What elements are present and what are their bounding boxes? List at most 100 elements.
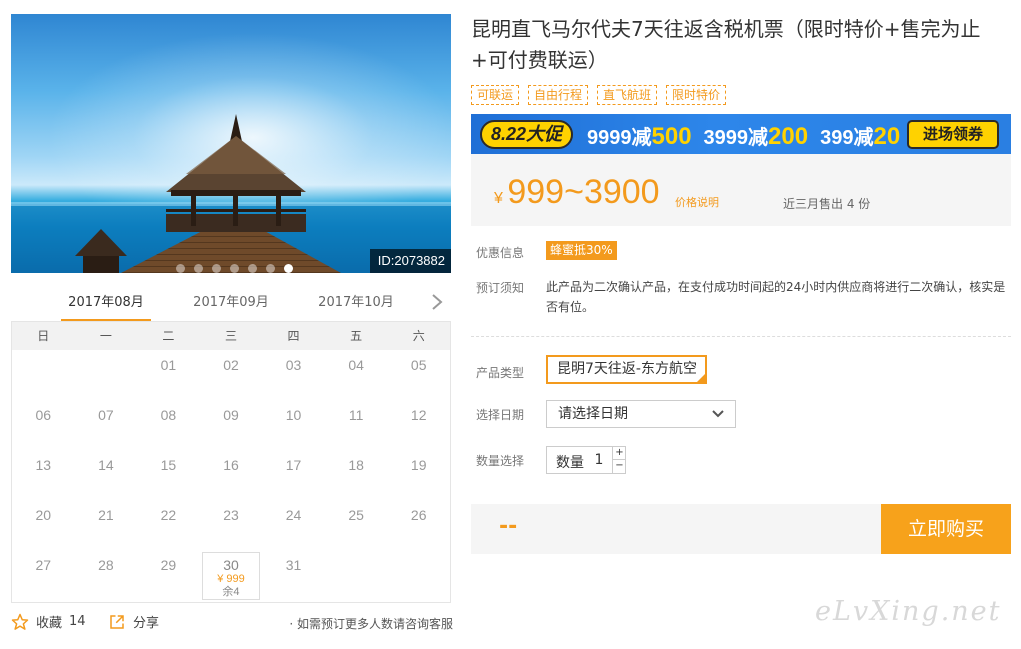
calendar-day: 06 xyxy=(12,400,75,450)
calendar-day: 24 xyxy=(262,500,325,550)
calendar-grid: 01 02 03 04 05 06 07 08 09 10 11 12 13 14 15 16 17 18 19 20… xyxy=(12,350,450,600)
day-number: 02 xyxy=(223,357,239,373)
price: ¥ 999~3900 xyxy=(494,173,660,212)
carousel-dot[interactable] xyxy=(248,264,257,273)
share-button[interactable]: 分享 xyxy=(108,612,159,631)
day-number: 11 xyxy=(348,407,364,423)
calendar-day: 10 xyxy=(262,400,325,450)
day-number: 01 xyxy=(160,357,177,373)
calendar-day: 02 xyxy=(200,350,263,400)
calendar-empty-cell xyxy=(12,350,75,400)
quantity-plus-button[interactable]: + xyxy=(612,447,626,460)
tag-limited-offer: 限时特价 xyxy=(666,85,727,105)
favorite-label: 收藏 xyxy=(36,616,63,631)
tab-month-aug[interactable]: 2017年08月 xyxy=(61,288,151,322)
day-number: 21 xyxy=(98,507,114,523)
date-select[interactable]: 请选择日期 xyxy=(546,400,736,428)
day-number: 08 xyxy=(160,407,177,423)
weekday-label: 日 xyxy=(37,329,50,343)
day-number: 04 xyxy=(348,357,364,373)
carousel-dot[interactable] xyxy=(284,264,293,273)
calendar-day: 01 xyxy=(137,350,200,400)
favorite-button[interactable]: 收藏 14 xyxy=(11,612,86,631)
weekday-label: 一 xyxy=(99,329,112,343)
day-price: ¥ 999 xyxy=(217,573,245,585)
quantity-inner-label: 数量 xyxy=(556,455,584,471)
calendar-day: 27 xyxy=(12,550,75,600)
day-number: 25 xyxy=(348,507,364,523)
weekday-label: 四 xyxy=(287,329,300,343)
product-tags: 可联运 自由行程 直飞航班 限时特价 xyxy=(471,85,727,105)
share-icon xyxy=(110,614,124,629)
product-type-label: 产品类型 xyxy=(476,366,525,380)
calendar-day-available[interactable]: 30 ¥ 999 余4 xyxy=(201,552,261,600)
tab-month-sep[interactable]: 2017年09月 xyxy=(186,288,276,322)
day-number: 19 xyxy=(410,457,427,473)
tab-month-oct[interactable]: 2017年10月 xyxy=(311,288,401,322)
calendar-day: 21 xyxy=(75,500,138,550)
discount-label: 优惠信息 xyxy=(476,246,525,260)
promo-enter-button[interactable]: 进场领券 xyxy=(907,120,999,149)
calendar-empty-cell xyxy=(75,350,138,400)
calendar-day: 26 xyxy=(387,500,450,550)
day-number: 03 xyxy=(285,357,302,373)
price-note-link[interactable]: 价格说明 xyxy=(675,194,719,210)
day-number: 07 xyxy=(98,407,114,423)
calendar-day: 22 xyxy=(137,500,200,550)
notice-label: 预订须知 xyxy=(476,281,525,295)
day-number: 12 xyxy=(410,407,427,423)
promo-offer-amount: 500 xyxy=(651,123,692,150)
calendar-day: 08 xyxy=(137,400,200,450)
product-type-value: 昆明7天往返-东方航空 xyxy=(557,361,697,377)
calendar-weekday-header: 日一二三四五六 xyxy=(12,322,450,350)
calendar: 日 一 二 三 四 五 六 01 02 03 04 05 06 07 08 09 10 11 12 13 14 15 16… xyxy=(11,321,451,603)
image-id-label: ID:2073882 xyxy=(369,249,451,273)
day-number: 13 xyxy=(35,457,52,473)
day-number: 29 xyxy=(160,557,177,573)
tag-direct-flight: 直飞航班 xyxy=(597,85,658,105)
weekday-label: 二 xyxy=(162,329,175,343)
sold-info: 近三月售出 4 份 xyxy=(783,197,871,211)
calendar-day: 15 xyxy=(137,450,200,500)
product-hero-image[interactable]: ID:2073882 xyxy=(11,14,451,273)
quantity-stepper: 数量 1 + − xyxy=(546,446,626,474)
buy-now-button[interactable]: 立即购买 xyxy=(881,504,1011,554)
pavilion-illustration xyxy=(11,114,451,273)
quantity-minus-button[interactable]: − xyxy=(612,460,626,473)
calendar-day: 20 xyxy=(12,500,75,550)
divider xyxy=(471,336,1011,337)
day-number: 10 xyxy=(285,407,302,423)
day-number: 17 xyxy=(285,457,302,473)
calendar-day: 03 xyxy=(262,350,325,400)
carousel-dot[interactable] xyxy=(230,264,239,273)
calendar-day: 29 xyxy=(137,550,200,600)
watermark: eLvXing.net xyxy=(815,596,1002,627)
product-type-option[interactable]: 昆明7天往返-东方航空 xyxy=(546,355,707,384)
calendar-day: 12 xyxy=(387,400,450,450)
carousel-dot[interactable] xyxy=(194,264,203,273)
day-number: 09 xyxy=(223,407,239,423)
chevron-right-icon[interactable] xyxy=(429,292,445,312)
calendar-day: 14 xyxy=(75,450,138,500)
share-bar: 收藏 14 分享 · 如需预订更多人数请咨询客服 xyxy=(11,612,453,634)
carousel-dot[interactable] xyxy=(212,264,221,273)
carousel-dot[interactable] xyxy=(176,264,185,273)
promo-banner[interactable]: 8.22大促 9999减500 3999减200 399减20 进场领券 xyxy=(471,114,1011,154)
calendar-day: 11 xyxy=(325,400,388,450)
day-number: 22 xyxy=(160,507,177,523)
discount-badge: 蜂蜜抵30% xyxy=(546,241,617,260)
buy-bar: -- 立即购买 xyxy=(471,504,1011,554)
weekday-label: 三 xyxy=(224,329,237,343)
calendar-day: 18 xyxy=(325,450,388,500)
quantity-value[interactable]: 1 xyxy=(592,452,606,468)
calendar-day: 31 xyxy=(262,550,325,600)
calendar-day: 23 xyxy=(200,500,263,550)
weekday-label: 六 xyxy=(412,329,425,343)
day-number: 23 xyxy=(223,507,239,523)
price-box: ¥ 999~3900 价格说明 近三月售出 4 份 xyxy=(471,154,1011,226)
day-number: 26 xyxy=(410,507,427,523)
tag-free-itinerary: 自由行程 xyxy=(528,85,589,105)
calendar-day: 19 xyxy=(387,450,450,500)
carousel-dot[interactable] xyxy=(266,264,275,273)
service-note: · 如需预订更多人数请咨询客服 xyxy=(289,617,453,631)
